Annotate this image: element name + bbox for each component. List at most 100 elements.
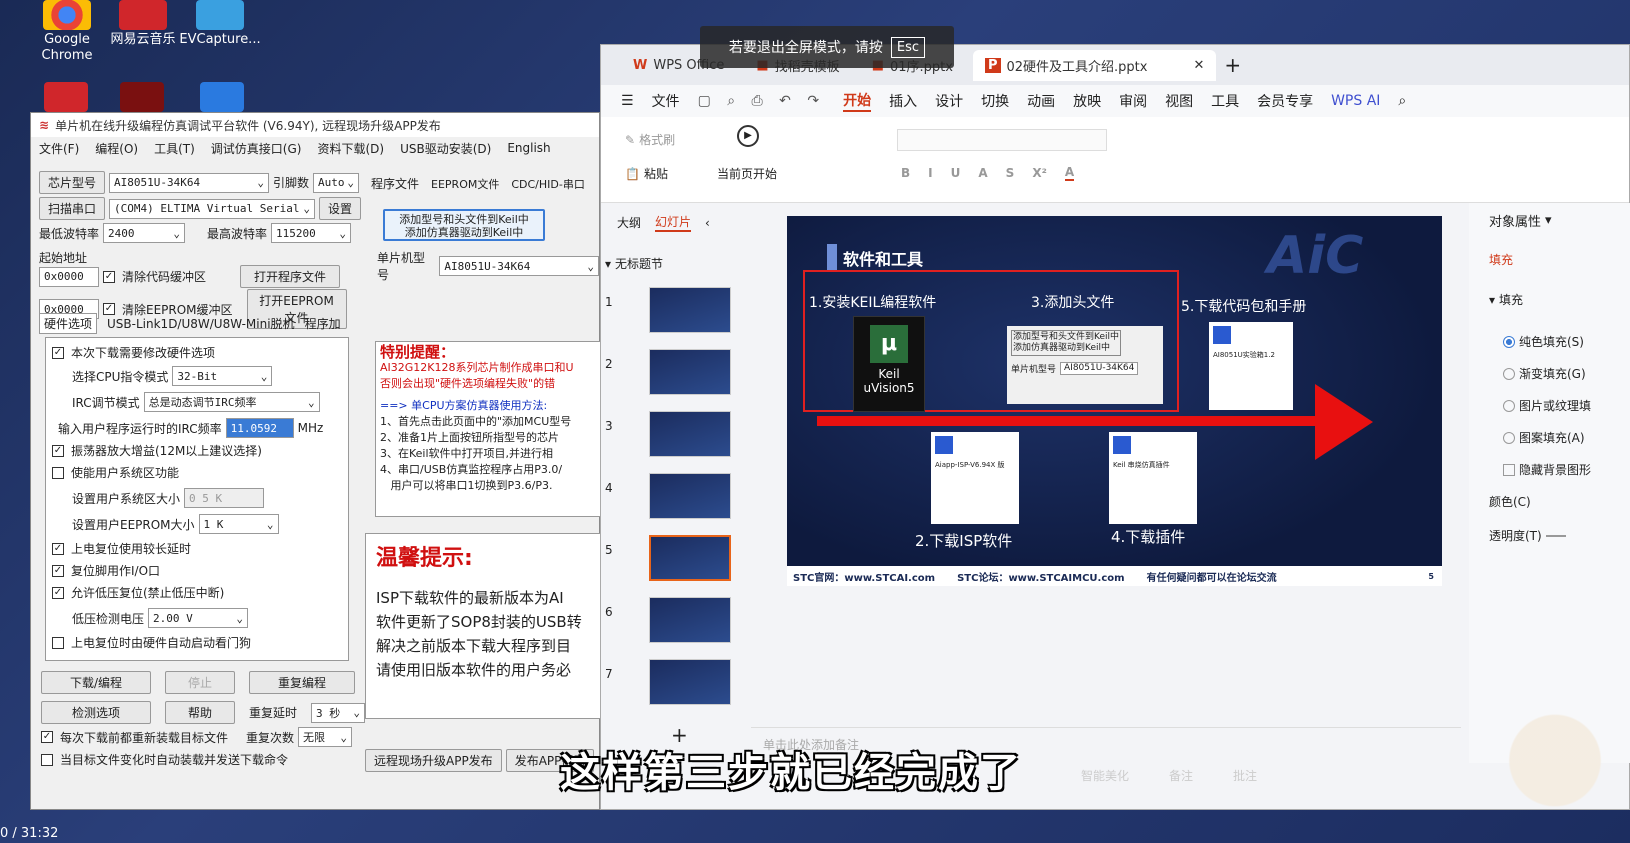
osc-gain-checkbox[interactable]: ✓ xyxy=(52,444,64,457)
tab-pptx-02[interactable]: P 02硬件及工具介绍.pptx ✕ xyxy=(972,49,1217,81)
props-tab-fill[interactable]: 填充 xyxy=(1489,251,1513,268)
desktop-icon-app4[interactable] xyxy=(44,82,88,112)
tab-program-add[interactable]: 程序加 xyxy=(305,315,341,332)
hide-bg-checkbox[interactable] xyxy=(1503,463,1515,476)
italic-button[interactable]: I xyxy=(928,166,932,180)
slide-canvas[interactable]: 软件和工具 AiC 1.安装KEIL编程软件 3.添加头文件 5.下载代码包和手… xyxy=(787,216,1442,586)
superscript-button[interactable]: X² xyxy=(1032,166,1047,180)
radio-gradient[interactable] xyxy=(1503,367,1515,380)
notes-button[interactable]: 备注 xyxy=(1169,767,1193,784)
slide-thumbnail[interactable] xyxy=(649,597,731,643)
new-tab-icon[interactable]: + xyxy=(1224,53,1241,77)
tab-slides[interactable]: 幻灯片 xyxy=(655,213,692,232)
help-button[interactable]: 帮助 xyxy=(165,701,235,724)
chip-select[interactable]: AI8051U-34K64 ⌄ xyxy=(109,172,270,193)
slide-thumbnail[interactable] xyxy=(649,287,731,333)
reprogram-button[interactable]: 重复编程 xyxy=(249,671,355,694)
remote-upgrade-button[interactable]: 远程现场升级APP发布 xyxy=(365,749,502,772)
menu-insert[interactable]: 插入 xyxy=(889,91,917,111)
menu-program[interactable]: 编程(O) xyxy=(95,140,138,157)
tab-eeprom-file[interactable]: EEPROM文件 xyxy=(431,176,499,192)
bold-button[interactable]: B xyxy=(901,166,910,180)
menu-file[interactable]: 文件 xyxy=(652,91,680,111)
menu-hamburger-icon[interactable]: ☰ xyxy=(621,93,634,109)
user-sys-size-select[interactable]: 0 5 K xyxy=(184,488,265,508)
shadow-button[interactable]: A xyxy=(978,166,987,180)
tab-cdc-hid[interactable]: CDC/HID-串口 xyxy=(511,176,585,192)
menu-design[interactable]: 设计 xyxy=(935,91,963,111)
transparency-slider[interactable] xyxy=(1545,534,1566,537)
tab-outline[interactable]: 大纲 xyxy=(617,214,641,231)
clear-code-checkbox[interactable]: ✓ xyxy=(103,270,115,283)
download-button[interactable]: 下载/编程 xyxy=(41,671,151,694)
reload-each-checkbox[interactable]: ✓ xyxy=(41,731,53,743)
menu-view[interactable]: 视图 xyxy=(1165,91,1193,111)
paste-button[interactable]: 粘贴 xyxy=(644,165,668,182)
user-sys-checkbox[interactable] xyxy=(52,466,64,479)
font-select[interactable] xyxy=(897,129,1107,151)
radio-solid[interactable] xyxy=(1503,335,1515,348)
close-icon[interactable]: ✕ xyxy=(1193,58,1204,73)
user-eeprom-select[interactable]: 1 K ⌄ xyxy=(198,514,279,534)
slideshow-from-current-button[interactable]: 当前页开始 xyxy=(717,165,777,182)
open-program-button[interactable]: 打开程序文件 xyxy=(240,265,341,288)
repeat-count-select[interactable]: 无限 ⌄ xyxy=(298,727,353,747)
menu-download[interactable]: 资料下载(D) xyxy=(317,140,384,157)
menu-tools[interactable]: 工具(T) xyxy=(154,140,195,157)
menu-english[interactable]: English xyxy=(507,141,550,155)
underline-button[interactable]: U xyxy=(951,166,961,180)
slide-thumbnail[interactable] xyxy=(649,349,731,395)
min-baud-select[interactable]: 2400 ⌄ xyxy=(103,223,186,243)
irc-mode-select[interactable]: 总是动态调节IRC频率 ⌄ xyxy=(143,392,320,412)
check-options-button[interactable]: 检测选项 xyxy=(41,701,151,724)
menu-wps-ai[interactable]: WPS AI xyxy=(1331,93,1380,109)
font-color-button[interactable]: A xyxy=(1064,165,1075,181)
quick-access-icons[interactable]: ▢ ⌕ ⎙ ↶ ↷ xyxy=(698,93,826,109)
pin-select[interactable]: Auto ⌄ xyxy=(313,172,360,193)
menu-member[interactable]: 会员专享 xyxy=(1257,91,1313,111)
stop-button[interactable]: 停止 xyxy=(165,671,235,694)
smart-beautify-button[interactable]: 智能美化 xyxy=(1081,767,1129,784)
format-painter-button[interactable]: 格式刷 xyxy=(639,131,675,148)
play-icon[interactable]: ▶ xyxy=(737,125,759,147)
addr-input-1[interactable]: 0x0000 xyxy=(39,266,99,287)
repeat-delay-select[interactable]: 3 秒 ⌄ xyxy=(311,702,366,723)
comments-button[interactable]: 批注 xyxy=(1233,767,1257,784)
port-select[interactable]: (COM4) ELTIMA Virtual Serial ⌄ xyxy=(109,198,316,219)
tab-hardware-options[interactable]: 硬件选项 xyxy=(39,313,98,334)
tab-program-file[interactable]: 程序文件 xyxy=(371,175,419,192)
slide-thumbnail[interactable] xyxy=(649,473,731,519)
menu-usb-driver[interactable]: USB驱动安装(D) xyxy=(400,140,491,157)
radio-pattern[interactable] xyxy=(1503,431,1515,444)
menu-tools[interactable]: 工具 xyxy=(1211,91,1239,111)
slide-thumbnail[interactable] xyxy=(649,659,731,705)
long-delay-checkbox[interactable]: ✓ xyxy=(52,542,64,555)
settings-button[interactable]: 设置 xyxy=(319,197,362,220)
slide-thumbnail-active[interactable] xyxy=(649,535,731,581)
low-volt-select[interactable]: 2.00 V ⌄ xyxy=(148,608,249,628)
menu-file[interactable]: 文件(F) xyxy=(39,140,79,157)
low-volt-reset-checkbox[interactable]: ✓ xyxy=(52,586,64,599)
irc-freq-input[interactable]: 11.0592 xyxy=(225,418,294,438)
reset-io-checkbox[interactable]: ✓ xyxy=(52,564,64,577)
menu-debug[interactable]: 调试仿真接口(G) xyxy=(211,140,302,157)
add-to-keil-button[interactable]: 添加型号和头文件到Keil中 添加仿真器驱动到Keil中 xyxy=(383,209,545,241)
strike-button[interactable]: S xyxy=(1006,166,1015,180)
slide-thumbnail[interactable] xyxy=(649,411,731,457)
auto-send-checkbox[interactable] xyxy=(41,753,53,766)
tab-usb-link[interactable]: USB-Link1D/U8W/U8W-Mini脱机 xyxy=(107,315,295,332)
desktop-icon-app5[interactable] xyxy=(120,82,164,112)
radio-picture[interactable] xyxy=(1503,399,1515,412)
mcu-model-select[interactable]: AI8051U-34K64 ⌄ xyxy=(439,256,599,276)
modify-hw-checkbox[interactable]: ✓ xyxy=(52,346,64,359)
cpu-mode-select[interactable]: 32-Bit ⌄ xyxy=(172,366,273,386)
search-icon[interactable]: ⌕ xyxy=(1398,93,1406,109)
max-baud-select[interactable]: 115200 ⌄ xyxy=(271,223,352,243)
menu-animation[interactable]: 动画 xyxy=(1027,91,1055,111)
menu-slideshow[interactable]: 放映 xyxy=(1073,91,1101,111)
collapse-icon[interactable]: ‹ xyxy=(705,216,710,230)
menu-home[interactable]: 开始 xyxy=(843,90,872,112)
watchdog-checkbox[interactable] xyxy=(52,636,64,649)
scan-port-button[interactable]: 扫描串口 xyxy=(39,197,106,220)
desktop-icon-app6[interactable] xyxy=(200,82,244,112)
